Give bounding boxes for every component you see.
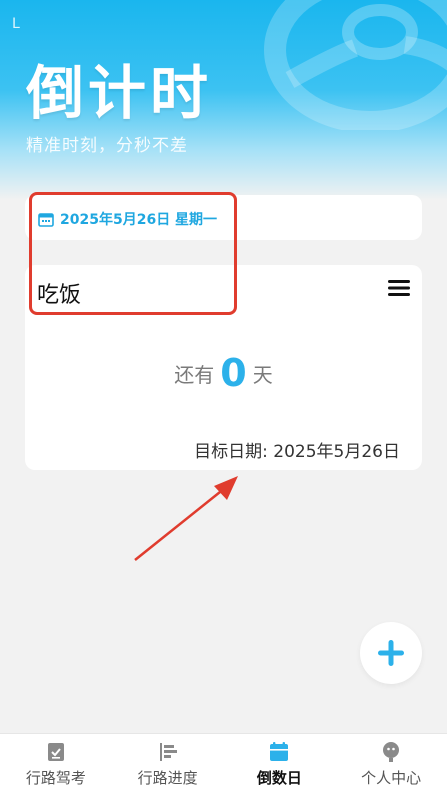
countdown-event-card[interactable]: 吃饭 还有 0 天 目标日期: 2025年5月26日 — [25, 265, 422, 470]
plus-icon — [378, 640, 404, 666]
current-date-card[interactable]: 2025年5月26日 星期一 — [25, 195, 422, 240]
countdown-days: 0 — [220, 351, 247, 395]
person-icon — [383, 742, 400, 762]
page-subtitle: 精准时刻，分秒不差 — [26, 136, 188, 156]
current-date-row: 2025年5月26日 星期一 — [38, 209, 217, 229]
tab-driving-test[interactable]: 行路驾考 — [0, 734, 112, 795]
tab-countdown[interactable]: 倒数日 — [224, 734, 336, 795]
event-title: 吃饭 — [37, 283, 82, 308]
tab-label: 倒数日 — [256, 769, 302, 787]
progress-bars-icon — [159, 743, 177, 761]
annotation-arrow-icon — [134, 476, 238, 561]
current-date-text: 2025年5月26日 星期一 — [60, 212, 218, 228]
add-event-button[interactable] — [360, 622, 422, 684]
tab-label: 个人中心 — [361, 769, 422, 787]
calendar-icon — [38, 212, 54, 227]
status-indicator: L — [12, 16, 20, 32]
countdown-display: 还有 0 天 — [25, 351, 422, 395]
tab-label: 行路驾考 — [25, 769, 86, 787]
steering-wheel-icon — [264, 0, 447, 130]
checklist-icon — [47, 743, 64, 761]
countdown-prefix: 还有 — [174, 363, 215, 387]
calendar-icon — [270, 742, 289, 761]
tab-progress[interactable]: 行路进度 — [112, 734, 224, 795]
countdown-suffix: 天 — [252, 363, 273, 387]
page-title: 倒计时 — [26, 59, 213, 127]
tab-profile[interactable]: 个人中心 — [335, 734, 447, 795]
target-date: 目标日期: 2025年5月26日 — [194, 442, 400, 462]
hero-banner: L 倒计时 精准时刻，分秒不差 — [0, 0, 447, 200]
bottom-tab-bar: 行路驾考 行路进度 倒数日 个人中心 — [0, 733, 447, 795]
tab-label: 行路进度 — [137, 769, 198, 787]
menu-icon[interactable] — [388, 279, 410, 297]
